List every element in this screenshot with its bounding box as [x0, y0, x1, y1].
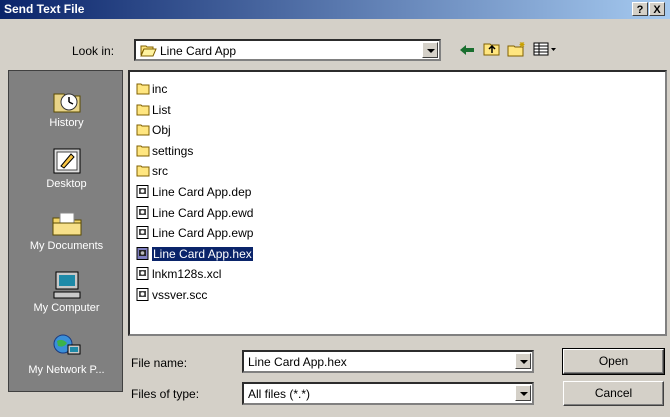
list-item[interactable]: vssver.scc — [136, 287, 207, 304]
list-item[interactable]: inc — [136, 81, 167, 98]
my-network-places-icon — [53, 334, 80, 355]
back-icon[interactable] — [456, 41, 478, 61]
place-my-network-places[interactable]: My Network P... — [9, 332, 124, 376]
file-name-value: Line Card App.hex — [248, 355, 347, 369]
look-in-value: Line Card App — [160, 44, 237, 58]
place-my-computer-label: My Computer — [33, 302, 100, 314]
file-icon — [136, 267, 149, 280]
files-of-type-label: Files of type: — [131, 387, 200, 401]
chevron-down-icon[interactable] — [422, 42, 438, 58]
file-icon — [136, 206, 149, 219]
history-icon — [53, 93, 80, 113]
list-item-selected[interactable]: Line Card App.hex — [136, 246, 254, 263]
list-item[interactable]: lnkm128s.xcl — [136, 266, 221, 283]
files-of-type-select[interactable]: All files (*.*) — [242, 382, 534, 405]
place-my-network-places-label: My Network P... — [28, 364, 105, 376]
file-name-field[interactable]: Line Card App.hex — [242, 350, 534, 373]
chevron-down-icon[interactable] — [515, 385, 531, 401]
list-item[interactable]: List — [136, 102, 171, 119]
place-desktop-label: Desktop — [46, 178, 87, 190]
list-item[interactable]: src — [136, 163, 168, 180]
up-folder-icon[interactable] — [481, 41, 503, 61]
folder-icon — [136, 104, 150, 116]
files-of-type-value: All files (*.*) — [248, 387, 311, 401]
my-documents-icon — [52, 212, 81, 236]
look-in-dropdown[interactable]: Line Card App — [134, 39, 441, 61]
file-icon — [136, 288, 149, 301]
open-button[interactable]: Open — [562, 348, 665, 375]
list-item[interactable]: Line Card App.ewd — [136, 205, 253, 222]
list-item[interactable]: settings — [136, 143, 193, 160]
file-icon — [136, 185, 149, 198]
place-my-documents-label: My Documents — [29, 240, 104, 252]
place-desktop[interactable]: Desktop — [9, 146, 124, 190]
window-title: Send Text File — [4, 2, 85, 16]
close-button[interactable]: X — [649, 2, 665, 16]
folder-icon — [136, 83, 150, 95]
file-name-label: File name: — [131, 356, 188, 370]
my-computer-icon — [53, 271, 80, 299]
file-icon — [136, 226, 149, 239]
places-bar: History Desktop My Documents My Computer — [8, 70, 123, 392]
open-folder-icon — [140, 45, 157, 57]
folder-icon — [136, 124, 150, 136]
folder-icon — [136, 165, 150, 177]
title-bar: Send Text File ? X — [0, 0, 670, 19]
help-button[interactable]: ? — [632, 2, 648, 16]
file-icon — [136, 247, 149, 260]
list-item[interactable]: Line Card App.dep — [136, 184, 251, 201]
list-item[interactable]: Obj — [136, 122, 171, 139]
place-history-label: History — [49, 117, 84, 129]
place-my-computer[interactable]: My Computer — [9, 270, 124, 314]
folder-icon — [136, 145, 150, 157]
cancel-button[interactable]: Cancel — [563, 381, 664, 406]
desktop-icon — [53, 148, 80, 174]
file-list[interactable]: inc List Obj settings src Line Card App.… — [128, 70, 667, 336]
look-in-label: Look in: — [72, 44, 115, 58]
place-my-documents[interactable]: My Documents — [9, 208, 124, 252]
place-history[interactable]: History — [9, 85, 124, 129]
list-item[interactable]: Line Card App.ewp — [136, 225, 253, 242]
new-folder-icon[interactable] — [506, 41, 528, 61]
view-menu-icon[interactable] — [531, 41, 559, 61]
chevron-down-icon[interactable] — [515, 353, 531, 369]
